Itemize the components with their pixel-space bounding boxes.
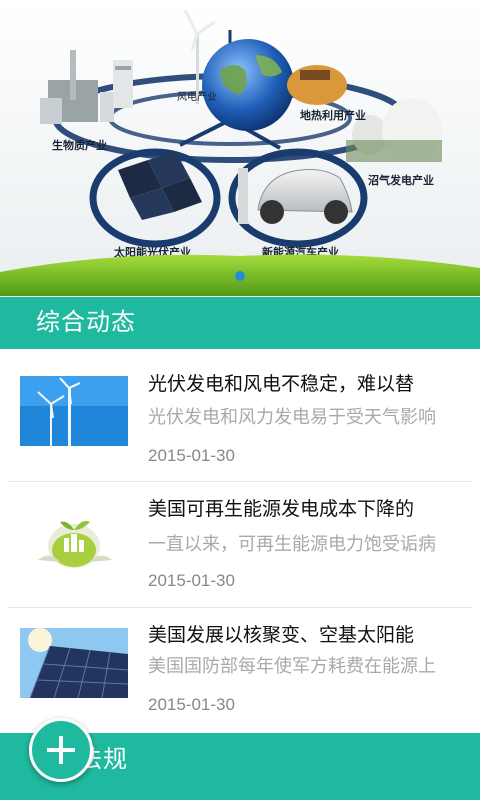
section-title: 综合动态 (36, 309, 136, 336)
banner-illustration: 风电产业 地热利用产业 生物质产业 沼气发电产业 太阳能光伏产业 新能源汽车产业 (0, 0, 480, 296)
news-summary: 一直以来，可再生能源电力饱受诟病 (148, 534, 436, 554)
pager-dot[interactable] (235, 271, 245, 281)
wind-label: 风电产业 (177, 90, 217, 103)
biogas-label: 沼气发电产业 (368, 173, 434, 187)
news-item[interactable]: 美国发展以核聚变、空基太阳能 美国国防部每年使军方耗费在能源上 2015-01-… (0, 608, 480, 734)
news-summary: 美国国防部每年使军方耗费在能源上 (148, 656, 436, 676)
geothermal-label: 地热利用产业 (300, 108, 366, 122)
news-headline: 光伏发电和风电不稳定，难以替 (148, 374, 415, 395)
solar-panel-thumbnail (20, 628, 128, 698)
add-button[interactable] (29, 718, 93, 782)
globe-image (202, 39, 294, 131)
news-item[interactable]: 光伏发电和风电不稳定，难以替 光伏发电和风力发电易于受天气影响 2015-01-… (0, 349, 480, 475)
news-date: 2015-01-30 (148, 571, 235, 590)
green-city-thumbnail (20, 502, 128, 572)
news-list: 光伏发电和风电不稳定，难以替 光伏发电和风力发电易于受天气影响 2015-01-… (0, 349, 480, 733)
news-summary: 光伏发电和风力发电易于受天气影响 (148, 407, 436, 427)
section-header-news[interactable]: 综合动态 (0, 297, 480, 349)
news-date: 2015-01-30 (148, 446, 235, 465)
hero-banner[interactable]: 风电产业 地热利用产业 生物质产业 沼气发电产业 太阳能光伏产业 新能源汽车产业 (0, 0, 480, 296)
news-headline: 美国发展以核聚变、空基太阳能 (148, 625, 415, 646)
biomass-label: 生物质产业 (52, 138, 107, 152)
news-date: 2015-01-30 (148, 695, 235, 714)
news-item[interactable]: 美国可再生能源发电成本下降的 一直以来，可再生能源电力饱受诟病 2015-01-… (0, 482, 480, 608)
news-headline: 美国可再生能源发电成本下降的 (148, 499, 415, 520)
wind-turbine-thumbnail (20, 376, 128, 446)
geothermal-image (287, 65, 347, 105)
